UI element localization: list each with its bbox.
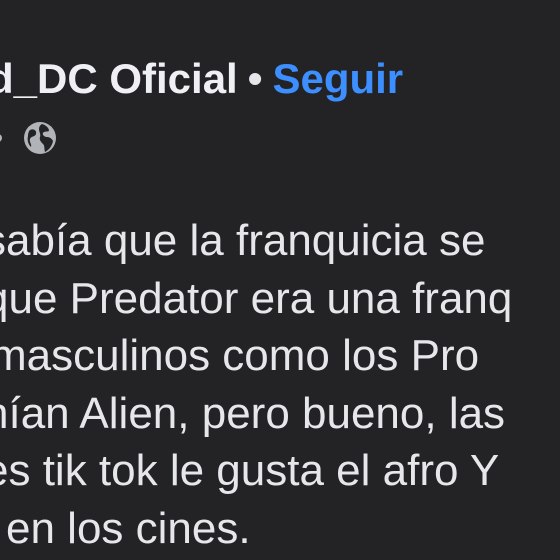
meta-separator	[0, 134, 2, 142]
post-card: d_DC Oficial • Seguir sabía que la franqui…	[0, 0, 560, 560]
post-text-line-6: en los cines.	[6, 503, 251, 553]
author-name[interactable]: d_DC Oficial	[0, 55, 238, 102]
post-text-line-3: masculinos como los Pro	[0, 331, 480, 380]
globe-icon[interactable]	[22, 120, 58, 156]
post-meta	[0, 118, 58, 158]
post-header: d_DC Oficial • Seguir	[0, 52, 403, 106]
post-text-line-1: sabía que la franquicia se	[0, 216, 486, 265]
post-text-line-4: nían Alien, pero bueno, las	[0, 388, 506, 438]
follow-button[interactable]: Seguir	[272, 55, 403, 102]
post-text-line-5: es tik tok le gusta el afro Y	[0, 446, 500, 495]
header-separator: •	[247, 55, 263, 102]
post-body: sabía que la franquicia se que Predator …	[0, 212, 560, 557]
post-text-line-2: que Predator era una franq	[0, 273, 513, 323]
